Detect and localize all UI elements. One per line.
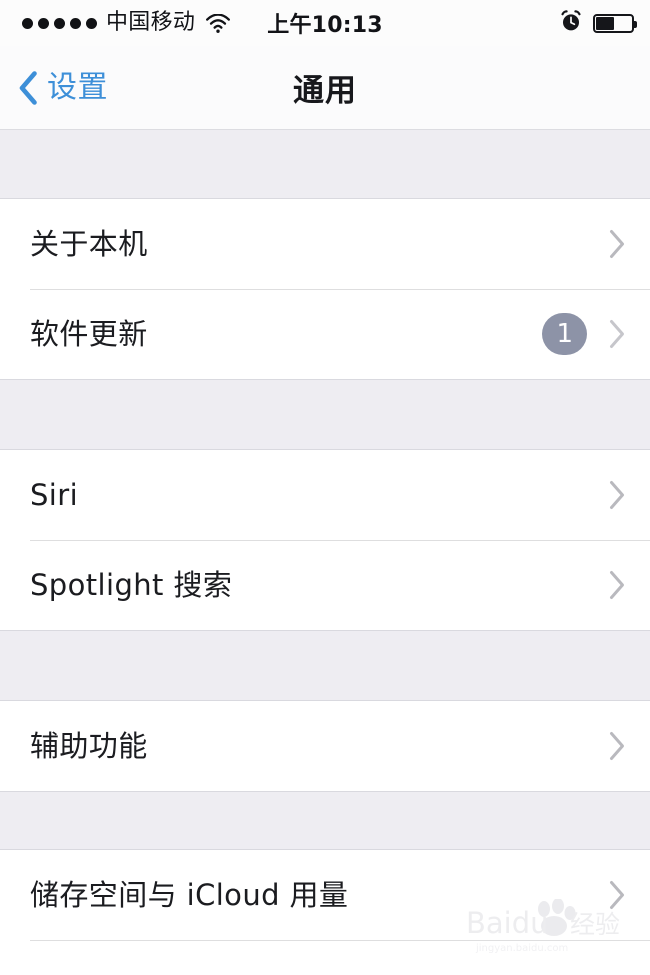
settings-row-software-update[interactable]: 软件更新 1 bbox=[0, 289, 650, 379]
row-label: 关于本机 bbox=[30, 226, 148, 261]
settings-row-accessibility[interactable]: 辅助功能 bbox=[0, 701, 650, 791]
iphone-settings-screen: 中国移动 上午10:13 设置 通用 关于本机 软件更新 1 Siri Spot… bbox=[0, 0, 650, 975]
status-bar-time: 上午10:13 bbox=[267, 13, 383, 38]
settings-list[interactable]: 关于本机 软件更新 1 Siri Spotlight 搜索 辅助功能 储存空间与… bbox=[0, 130, 650, 941]
carrier-name: 中国移动 bbox=[106, 10, 196, 35]
settings-section-2: Siri Spotlight 搜索 bbox=[0, 450, 650, 630]
row-accessories bbox=[609, 880, 626, 910]
chevron-right-icon bbox=[609, 480, 626, 510]
battery-icon bbox=[593, 13, 637, 33]
settings-row-about[interactable]: 关于本机 bbox=[0, 199, 650, 289]
settings-row-siri[interactable]: Siri bbox=[0, 450, 650, 540]
status-bar-right bbox=[560, 9, 637, 37]
svg-text:jingyan.baidu.com: jingyan.baidu.com bbox=[475, 943, 568, 954]
status-bar-left: 中国移动 bbox=[22, 10, 231, 35]
row-accessories bbox=[609, 570, 626, 600]
signal-strength-dots-icon bbox=[22, 17, 97, 29]
row-accessories bbox=[609, 480, 626, 510]
settings-row-spotlight-search[interactable]: Spotlight 搜索 bbox=[0, 540, 650, 630]
row-separator bbox=[30, 940, 650, 941]
settings-section-1: 关于本机 软件更新 1 bbox=[0, 199, 650, 379]
back-button-label: 设置 bbox=[47, 69, 108, 105]
wifi-icon bbox=[206, 12, 231, 33]
row-label: 储存空间与 iCloud 用量 bbox=[30, 877, 349, 912]
row-accessories: 1 bbox=[542, 313, 626, 355]
status-bar: 中国移动 上午10:13 bbox=[0, 0, 650, 46]
alarm-clock-icon bbox=[560, 9, 582, 37]
section-gap bbox=[0, 379, 650, 450]
chevron-left-icon bbox=[18, 70, 38, 105]
settings-row-storage-icloud-usage[interactable]: 储存空间与 iCloud 用量 bbox=[0, 850, 650, 940]
section-gap bbox=[0, 791, 650, 850]
row-label: 软件更新 bbox=[30, 316, 148, 351]
chevron-right-icon bbox=[609, 880, 626, 910]
chevron-right-icon bbox=[609, 319, 626, 349]
row-accessories bbox=[609, 229, 626, 259]
chevron-right-icon bbox=[609, 570, 626, 600]
back-button[interactable]: 设置 bbox=[0, 69, 108, 105]
row-label: Spotlight 搜索 bbox=[30, 567, 233, 602]
settings-section-4: 储存空间与 iCloud 用量 bbox=[0, 850, 650, 941]
row-label: 辅助功能 bbox=[30, 728, 148, 763]
section-gap bbox=[0, 630, 650, 701]
row-accessories bbox=[609, 731, 626, 761]
chevron-right-icon bbox=[609, 731, 626, 761]
section-gap bbox=[0, 130, 650, 199]
settings-section-3: 辅助功能 bbox=[0, 701, 650, 791]
chevron-right-icon bbox=[609, 229, 626, 259]
badge-count: 1 bbox=[542, 313, 587, 355]
row-label: Siri bbox=[30, 477, 79, 512]
navigation-bar: 设置 通用 bbox=[0, 46, 650, 130]
